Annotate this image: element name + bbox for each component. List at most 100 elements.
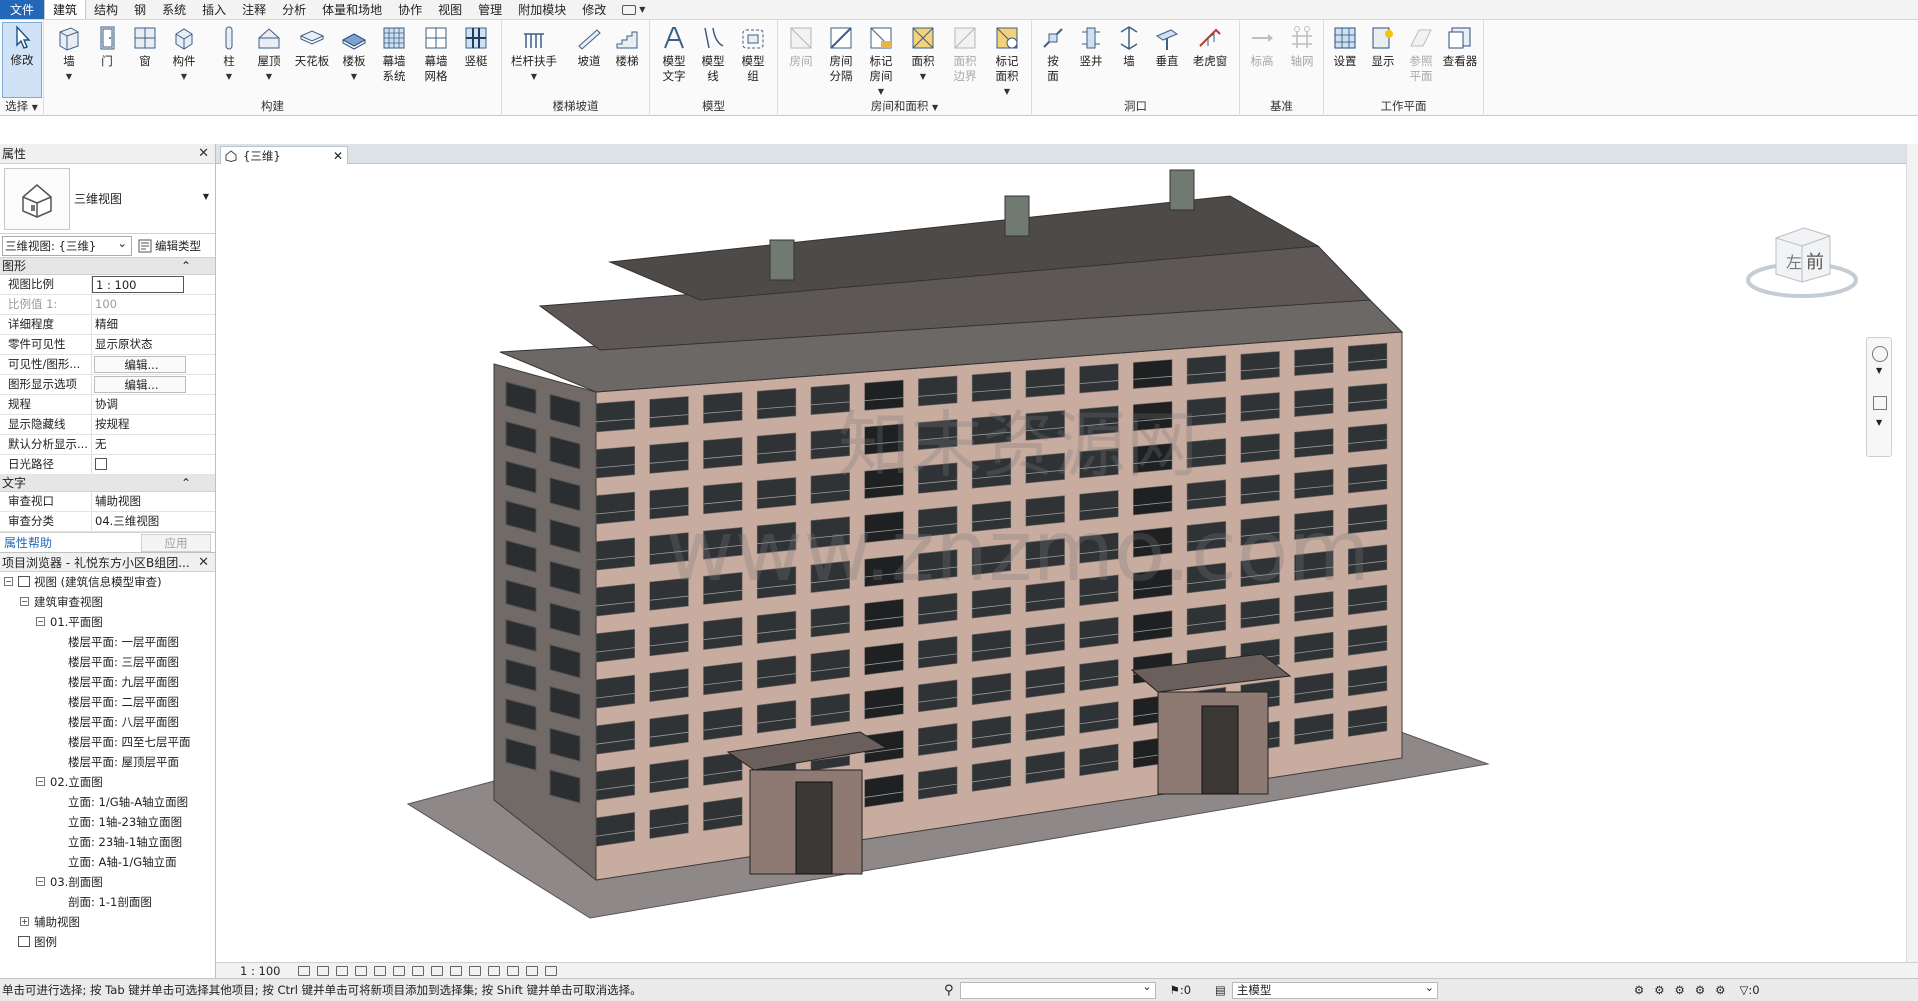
- browser-view-item[interactable]: 立面: A轴-1/G轴立面: [0, 852, 215, 872]
- worksets-icon[interactable]: ⚲: [944, 983, 954, 998]
- close-icon[interactable]: ✕: [198, 144, 209, 163]
- roof-button[interactable]: 屋顶 ▼: [252, 24, 286, 84]
- tab-massing-site[interactable]: 体量和场地: [314, 0, 390, 19]
- select-by-face-icon[interactable]: ⚙: [1695, 983, 1705, 997]
- analytical-model-icon[interactable]: [526, 965, 539, 976]
- model-text-button[interactable]: 模型 文字: [656, 24, 692, 84]
- dormer-button[interactable]: 老虎窗: [1188, 24, 1232, 69]
- tab-systems[interactable]: 系统: [154, 0, 194, 19]
- property-value[interactable]: 辅助视图: [92, 492, 184, 511]
- tab-annotate[interactable]: 注释: [234, 0, 274, 19]
- modify-button[interactable]: 修改: [2, 22, 42, 98]
- tag-area-button[interactable]: 标记 面积 ▼: [988, 24, 1026, 99]
- floor-button[interactable]: 楼板 ▼: [338, 24, 370, 84]
- select-links-icon[interactable]: ⚙: [1634, 983, 1644, 997]
- edit-button[interactable]: 编辑...: [94, 356, 186, 373]
- property-value[interactable]: 显示原状态: [92, 335, 184, 354]
- section-graphics-header[interactable]: 图形 ⌃: [0, 258, 215, 275]
- browser-view-item[interactable]: 立面: 1/G轴-A轴立面图: [0, 792, 215, 812]
- detail-level-icon[interactable]: [298, 965, 311, 976]
- editable-only-icon[interactable]: ⚑: [1170, 983, 1180, 997]
- viewer-button[interactable]: 查看器: [1440, 24, 1480, 69]
- temp-view-properties-icon[interactable]: [507, 965, 520, 976]
- browser-folder[interactable]: −01.平面图: [0, 612, 215, 632]
- property-value[interactable]: 无: [92, 435, 184, 454]
- browser-folder[interactable]: − 建筑审查视图: [0, 592, 215, 612]
- crop-view-icon[interactable]: [393, 965, 406, 976]
- tab-analyze[interactable]: 分析: [274, 0, 314, 19]
- group-label-room-area[interactable]: 房间和面积 ▼: [778, 98, 1031, 114]
- drag-elements-icon[interactable]: ⚙: [1715, 983, 1725, 997]
- design-option-select[interactable]: 主模型: [1231, 980, 1438, 999]
- section-text-header[interactable]: 文字 ⌃: [0, 475, 215, 492]
- tab-manage[interactable]: 管理: [470, 0, 510, 19]
- tab-addins[interactable]: 附加模块: [510, 0, 574, 19]
- close-icon[interactable]: ✕: [333, 149, 343, 163]
- tab-collaborate[interactable]: 协作: [390, 0, 430, 19]
- level-button[interactable]: 标高: [1244, 24, 1280, 69]
- close-icon[interactable]: ✕: [198, 553, 209, 571]
- property-value[interactable]: 04.三维视图: [92, 512, 184, 531]
- area-button[interactable]: 面积 ▼: [904, 24, 942, 84]
- tab-structure[interactable]: 结构: [86, 0, 126, 19]
- sun-path-icon[interactable]: [336, 965, 349, 976]
- temp-hide-icon[interactable]: [450, 965, 463, 976]
- browser-folder[interactable]: 图例: [0, 932, 215, 952]
- shadows-icon[interactable]: [355, 965, 368, 976]
- browser-folder[interactable]: − 视图 (建筑信息模型审查): [0, 572, 215, 592]
- browser-view-item[interactable]: 楼层平面: 一层平面图: [0, 632, 215, 652]
- render-icon[interactable]: [374, 965, 387, 976]
- browser-folder[interactable]: −03.剖面图: [0, 872, 215, 892]
- window-button[interactable]: 窗: [128, 24, 162, 69]
- curtain-system-button[interactable]: 幕墙 系统: [374, 24, 414, 84]
- browser-view-item[interactable]: 楼层平面: 八层平面图: [0, 712, 215, 732]
- tab-architecture[interactable]: 建筑: [44, 0, 87, 19]
- ramp-button[interactable]: 坡道: [574, 24, 604, 69]
- browser-view-item[interactable]: 楼层平面: 三层平面图: [0, 652, 215, 672]
- browser-view-item[interactable]: 楼层平面: 二层平面图: [0, 692, 215, 712]
- railing-button[interactable]: 栏杆扶手 ▼: [506, 24, 562, 84]
- model-line-button[interactable]: 模型 线: [696, 24, 730, 84]
- tab-3d-view[interactable]: {三维} ✕: [220, 146, 348, 164]
- room-separator-button[interactable]: 房间 分隔: [822, 24, 860, 84]
- workset-select[interactable]: [959, 980, 1156, 999]
- browser-view-item[interactable]: 楼层平面: 四至七层平面: [0, 732, 215, 752]
- select-pinned-icon[interactable]: ⚙: [1675, 983, 1685, 997]
- collapse-icon[interactable]: −: [4, 577, 13, 586]
- chevron-down-icon[interactable]: ▼: [1876, 418, 1882, 427]
- view-instance-select[interactable]: 三维视图: {三维}: [2, 234, 132, 256]
- steering-wheel-icon[interactable]: [1872, 346, 1888, 362]
- set-workplane-button[interactable]: 设置: [1328, 24, 1362, 69]
- sun-path-checkbox[interactable]: [95, 458, 107, 470]
- reference-plane-button[interactable]: 参照 平面: [1404, 24, 1438, 84]
- component-button[interactable]: 构件 ▼: [166, 24, 202, 84]
- chevron-down-icon[interactable]: ▼: [1876, 366, 1882, 375]
- building-model[interactable]: 知末资源网 www.znzmo.com: [216, 164, 1906, 962]
- zoom-icon[interactable]: [1873, 396, 1887, 410]
- show-workplane-button[interactable]: 显示: [1366, 24, 1400, 69]
- area-boundary-button[interactable]: 面积 边界: [946, 24, 984, 84]
- viewcube[interactable]: 左 前: [1742, 216, 1862, 306]
- tab-steel[interactable]: 钢: [126, 0, 154, 19]
- wall-button[interactable]: 墙 ▼: [52, 24, 86, 84]
- worksharing-icon[interactable]: [488, 965, 501, 976]
- group-label-select[interactable]: 选择 ▼: [0, 98, 43, 114]
- property-value[interactable]: 精细: [92, 315, 184, 334]
- browser-view-item[interactable]: 剖面: 1-1剖面图: [0, 892, 215, 912]
- file-menu[interactable]: 文件: [0, 0, 45, 19]
- property-value[interactable]: 按规程: [92, 415, 184, 434]
- tag-room-button[interactable]: 标记 房间 ▼: [862, 24, 900, 99]
- reveal-hidden-icon[interactable]: [469, 965, 482, 976]
- design-options-icon[interactable]: ▤: [1215, 983, 1226, 997]
- show-crop-icon[interactable]: [412, 965, 425, 976]
- browser-folder[interactable]: + 辅助视图: [0, 912, 215, 932]
- room-button[interactable]: 房间: [784, 24, 818, 69]
- lock-view-icon[interactable]: [431, 965, 444, 976]
- browser-view-item[interactable]: 立面: 1轴-23轴立面图: [0, 812, 215, 832]
- properties-help-link[interactable]: 属性帮助: [4, 534, 52, 551]
- browser-view-item[interactable]: 楼层平面: 九层平面图: [0, 672, 215, 692]
- mullion-button[interactable]: 竖梃: [458, 24, 494, 69]
- expand-icon[interactable]: +: [20, 917, 29, 926]
- vertical-opening-button[interactable]: 垂直: [1150, 24, 1184, 69]
- by-face-button[interactable]: 按 面: [1038, 24, 1068, 84]
